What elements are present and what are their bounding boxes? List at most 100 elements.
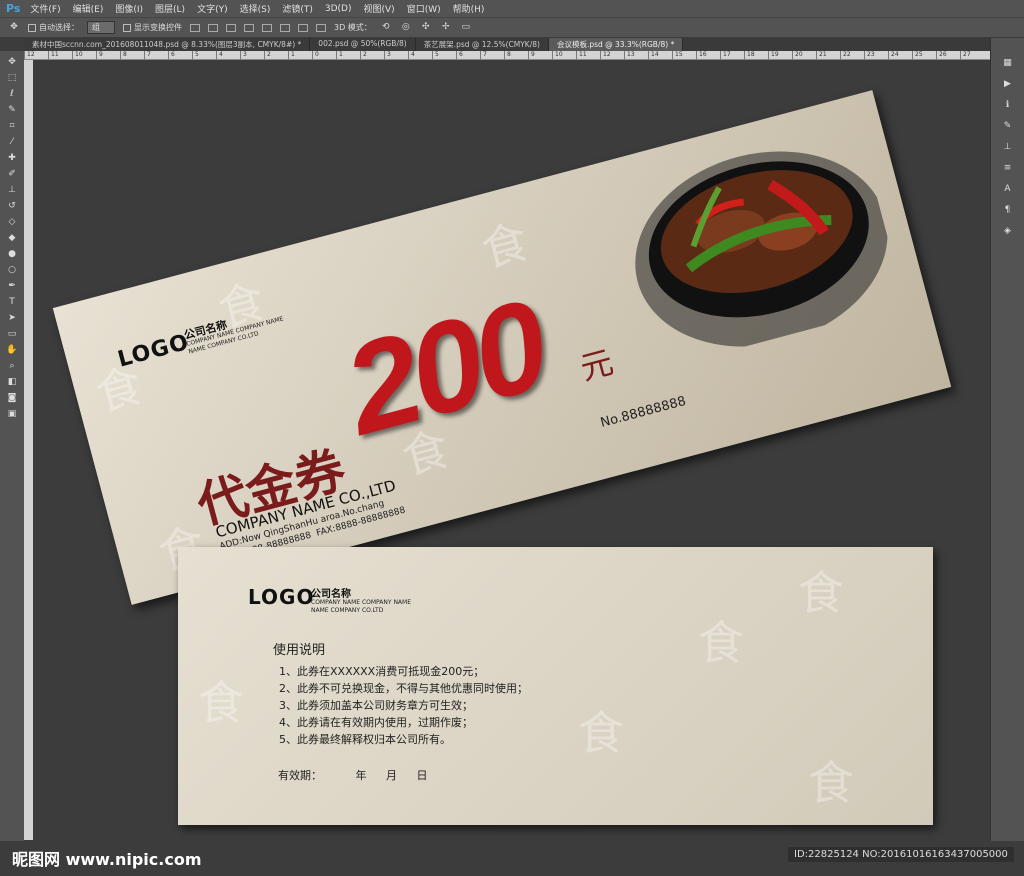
menu-layer[interactable]: 图层(L) [155,2,185,15]
checkbox-icon [123,23,131,32]
ruler-tick: 12 [24,51,48,59]
ruler-tick: 0 [312,51,336,59]
currency-unit: 元 [576,342,618,388]
ruler-tick: 26 [936,51,960,59]
bucket-tool-icon[interactable]: ◆ [6,233,18,244]
brush-panel-icon[interactable]: ✎ [1001,121,1015,132]
adjustments-icon[interactable]: ≡ [1001,163,1015,174]
3d-scale-icon[interactable]: ▭ [460,22,472,33]
auto-select-dropdown[interactable]: 组 [87,21,115,34]
lasso-tool-icon[interactable]: ℓ [6,89,18,100]
menu-view[interactable]: 视图(V) [364,2,395,15]
history-brush-icon[interactable]: ↺ [6,201,18,212]
3d-slide-icon[interactable]: ✢ [440,22,452,33]
eraser-tool-icon[interactable]: ◇ [6,217,18,228]
ruler-tick: 15 [672,51,696,59]
company-subtitle: COMPANY NAME COMPANY NAME NAME COMPANY CO… [311,599,412,614]
type-tool-icon[interactable]: T [6,297,18,308]
stamp-tool-icon[interactable]: ⊥ [6,185,18,196]
align-left-icon[interactable] [244,23,254,32]
instructions-title: 使用说明 [273,643,326,658]
move-tool-icon[interactable]: ✥ [6,57,18,68]
ruler-tick: 3 [240,51,264,59]
menu-edit[interactable]: 编辑(E) [73,2,104,15]
path-select-icon[interactable]: ➤ [6,313,18,324]
paragraph-panel-icon[interactable]: ¶ [1001,205,1015,216]
rule-item: 4、此券请在有效期内使用，过期作废； [279,716,473,729]
eyedropper-icon[interactable]: ⁄ [6,137,18,148]
color-swatches-icon[interactable]: ◧ [6,377,18,388]
align-right-icon[interactable] [280,23,290,32]
screen-mode-icon[interactable]: ▣ [6,409,18,420]
ruler-tick: 8 [120,51,144,59]
menu-image[interactable]: 图像(I) [115,2,143,15]
zoom-tool-icon[interactable]: ⌕ [6,361,18,372]
nipic-watermark: 昵图网 www.nipic.com [12,850,202,869]
quick-mask-icon[interactable]: ◙ [6,393,18,404]
menu-type[interactable]: 文字(Y) [197,2,228,15]
align-top-icon[interactable] [190,23,200,32]
actions-panel-icon[interactable]: ▶ [1001,79,1015,90]
show-transform-checkbox[interactable]: 显示变换控件 [123,22,182,33]
align-bottom-icon[interactable] [226,23,236,32]
blur-tool-icon[interactable]: ● [6,249,18,260]
3d-rotate-icon[interactable]: ⟲ [380,22,392,33]
marquee-tool-icon[interactable]: ⬚ [6,73,18,84]
ruler-tick: 6 [168,51,192,59]
menu-select[interactable]: 选择(S) [240,2,271,15]
menu-help[interactable]: 帮助(H) [453,2,485,15]
character-panel-icon[interactable]: A [1001,184,1015,195]
clone-source-icon[interactable]: ⊥ [1001,142,1015,153]
logo: LOGO [248,585,315,609]
ruler-tick: 9 [528,51,552,59]
ruler-tick: 1 [288,51,312,59]
food-glyph-pattern: 食 [798,566,844,620]
3d-pan-icon[interactable]: ✣ [420,22,432,33]
tab-document-1[interactable]: 素材中国sccnn.com_201608011048.psd @ 8.33%(图… [24,38,311,51]
info-panel-icon[interactable]: ℹ [1001,100,1015,111]
distribute-icon[interactable] [316,23,326,32]
history-panel-icon[interactable]: ▦ [1001,58,1015,69]
month-label: 月 [386,769,397,782]
ruler-tick: 6 [456,51,480,59]
shape-tool-icon[interactable]: ▭ [6,329,18,340]
right-panel-dock: ▦ ▶ ℹ ✎ ⊥ ≡ A ¶ ◈ [990,38,1024,841]
align-center-icon[interactable] [262,23,272,32]
3d-panel-icon[interactable]: ◈ [1001,226,1015,237]
voucher-amount: 200 [331,273,558,463]
auto-select-checkbox[interactable]: 自动选择： [28,22,79,33]
3d-roll-icon[interactable]: ◎ [400,22,412,33]
menu-filter[interactable]: 滤镜(T) [282,2,313,15]
tab-document-3[interactable]: 茶艺展架.psd @ 12.5%(CMYK/8) [416,38,549,51]
ruler-tick: 10 [552,51,576,59]
ruler-tick: 18 [744,51,768,59]
ruler-tick: 17 [720,51,744,59]
menu-3d[interactable]: 3D(D) [325,4,352,14]
auto-select-label: 自动选择： [39,23,79,32]
ruler-tick: 7 [144,51,168,59]
pen-tool-icon[interactable]: ✒ [6,281,18,292]
align-middle-icon[interactable] [208,23,218,32]
voucher-back[interactable]: 食 食 食 食 食 LOGO 公司名称 COMPANY NAME COMPANY… [178,547,933,825]
vertical-ruler [24,60,33,840]
ruler-tick: 7 [480,51,504,59]
menu-file[interactable]: 文件(F) [30,2,60,15]
crop-tool-icon[interactable]: ⌗ [6,121,18,132]
rule-item: 1、此券在XXXXXX消费可抵现金200元； [279,665,485,678]
dodge-tool-icon[interactable]: ○ [6,265,18,276]
distribute-icon[interactable] [298,23,308,32]
ruler-tick: 10 [72,51,96,59]
tab-document-2[interactable]: 002.psd @ 50%(RGB/8) [310,38,416,51]
voucher-front[interactable]: 食 食 食 食 食 LOGO 公司名称 COMPANY NAME COMPANY… [52,90,952,605]
ruler-tick: 2 [360,51,384,59]
tab-document-active[interactable]: 会议模板.psd @ 33.3%(RGB/8) * [548,38,684,51]
checkbox-icon [28,23,36,32]
brush-tool-icon[interactable]: ✐ [6,169,18,180]
menu-window[interactable]: 窗口(W) [407,2,441,15]
hand-tool-icon[interactable]: ✋ [6,345,18,356]
healing-brush-icon[interactable]: ✚ [6,153,18,164]
ruler-tick: 11 [576,51,600,59]
food-glyph-pattern: 食 [475,213,535,278]
move-tool-icon[interactable]: ✥ [8,22,20,33]
quick-select-icon[interactable]: ✎ [6,105,18,116]
